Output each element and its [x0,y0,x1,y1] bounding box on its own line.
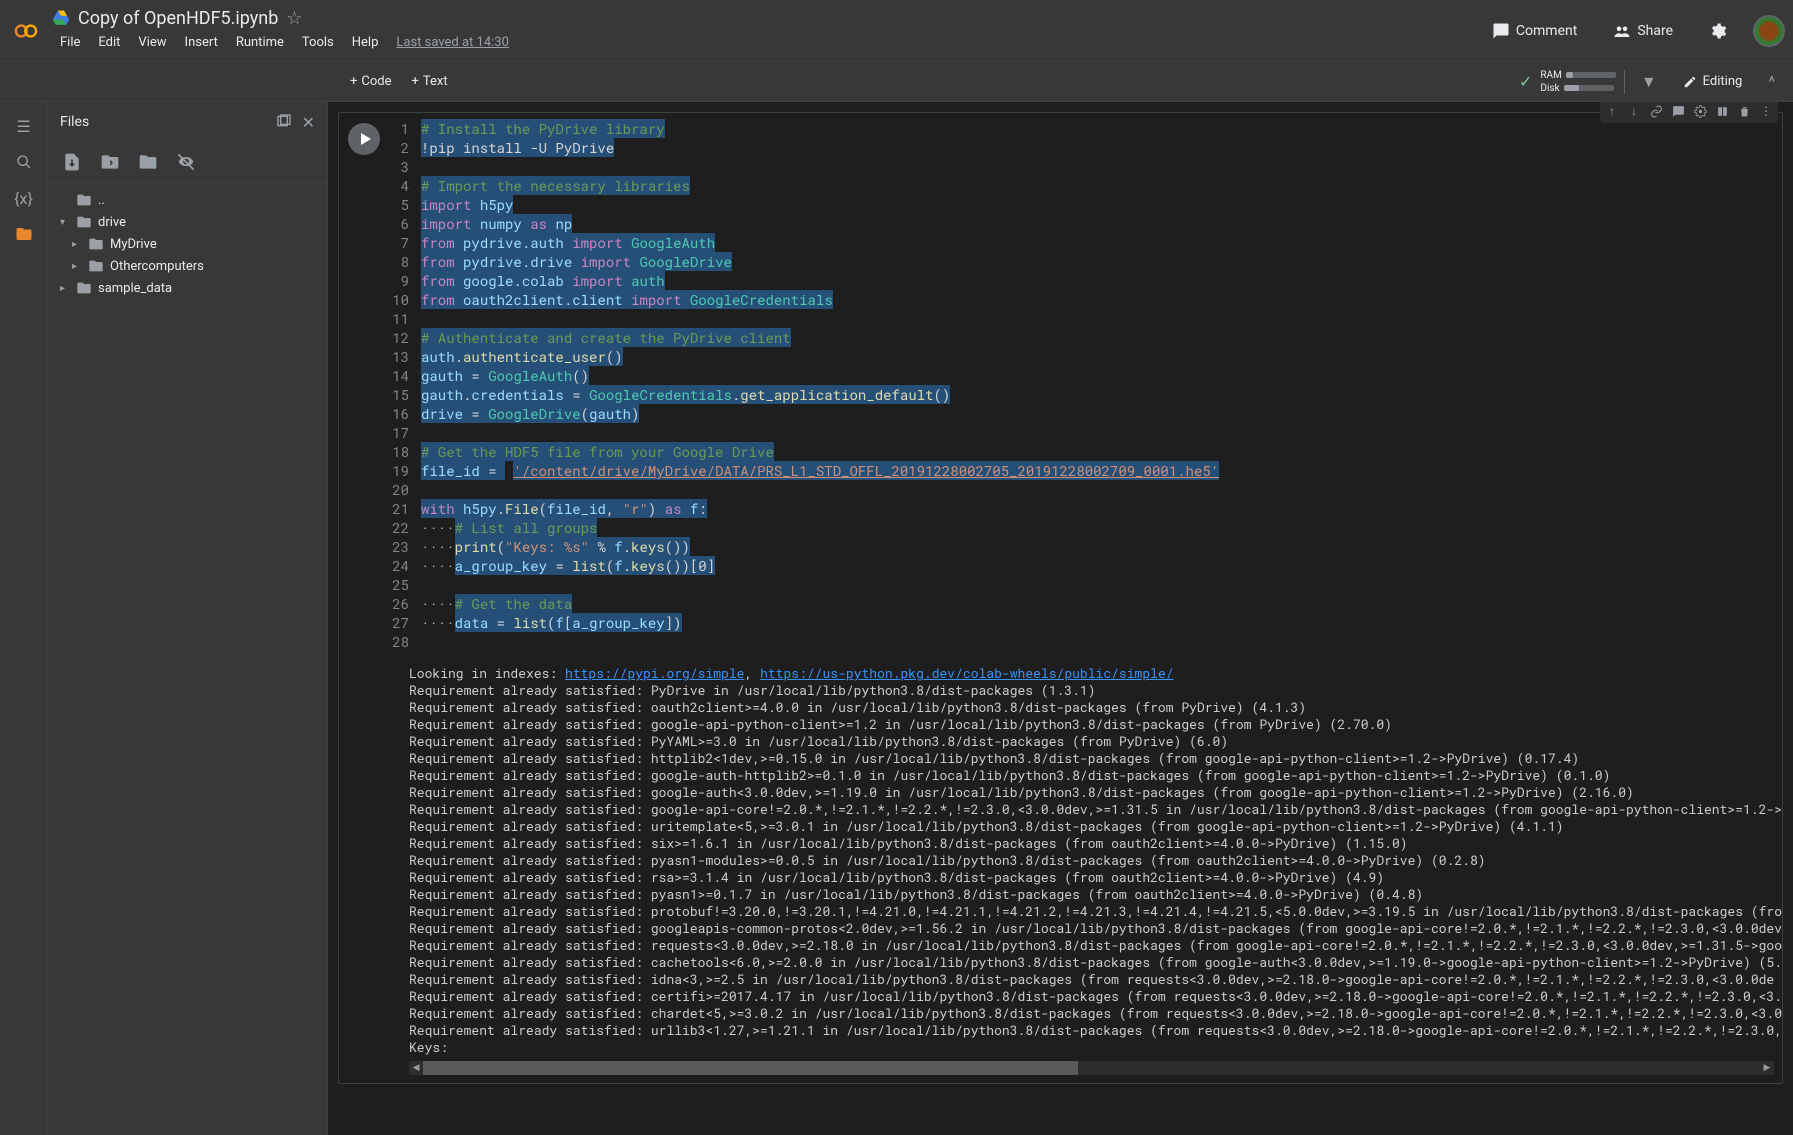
move-up-icon[interactable]: ↑ [1602,102,1622,121]
cell-output: Looking in indexes: https://pypi.org/sim… [339,657,1782,1060]
search-icon[interactable] [14,152,34,172]
add-comment-icon[interactable] [1668,102,1688,121]
star-icon[interactable]: ☆ [286,8,302,29]
menu-help[interactable]: Help [344,31,387,54]
refresh-icon[interactable] [100,152,120,172]
mount-drive-icon[interactable] [138,152,158,172]
code-editor[interactable]: 1# Install the PyDrive library2!pip inst… [389,113,1782,657]
delete-cell-icon[interactable] [1734,102,1754,121]
notebook-title[interactable]: Copy of OpenHDF5.ipynb [78,8,278,29]
tree-item-sampledata[interactable]: ▸sample_data [56,277,319,299]
connected-check-icon: ✓ [1519,72,1532,91]
files-tab-icon[interactable] [14,224,34,244]
menu-runtime[interactable]: Runtime [228,31,292,54]
variables-icon[interactable]: {x} [14,188,34,208]
output-scrollbar[interactable]: ◀ ▶ [409,1061,1774,1075]
scroll-right-icon[interactable]: ▶ [1760,1061,1774,1075]
comment-button[interactable]: Comment [1482,16,1587,46]
menu-icon[interactable]: ☰ [14,116,34,136]
runtime-dropdown-icon[interactable]: ▼ [1633,68,1665,96]
last-saved[interactable]: Last saved at 14:30 [388,31,517,54]
toggle-hidden-icon[interactable] [176,152,196,172]
menu-tools[interactable]: Tools [294,31,342,54]
link-icon[interactable] [1646,102,1666,121]
add-code-button[interactable]: + Code [340,70,402,93]
menu-bar: FileEditViewInsertRuntimeToolsHelpLast s… [52,31,1482,54]
settings-icon[interactable] [1699,16,1737,46]
scroll-left-icon[interactable]: ◀ [409,1061,423,1075]
menu-file[interactable]: File [52,31,88,54]
drive-icon [52,9,70,27]
menu-edit[interactable]: Edit [90,31,128,54]
cell-settings-icon[interactable] [1690,102,1710,121]
menu-view[interactable]: View [130,31,174,54]
colab-logo[interactable] [8,13,44,49]
more-icon[interactable]: ⋮ [1756,102,1776,121]
files-panel-title: Files [60,114,89,130]
mirror-cell-icon[interactable] [1712,102,1732,121]
file-tree: .. ▾drive ▸MyDrive ▸Othercomputers ▸samp… [48,183,327,305]
add-text-button[interactable]: + Text [402,70,458,93]
tree-item-othercomputers[interactable]: ▸Othercomputers [56,255,319,277]
new-window-icon[interactable] [276,113,292,132]
tree-item-drive[interactable]: ▾drive [56,211,319,233]
tree-item-mydrive[interactable]: ▸MyDrive [56,233,319,255]
close-panel-icon[interactable]: ✕ [302,113,315,132]
cell-toolbar: ↑ ↓ ⋮ [1600,102,1778,123]
share-button[interactable]: Share [1603,16,1683,46]
upload-file-icon[interactable] [62,152,82,172]
ram-disk-indicator[interactable]: RAM Disk [1540,70,1624,94]
avatar[interactable] [1753,15,1785,47]
move-down-icon[interactable]: ↓ [1624,102,1644,121]
toggle-header-icon[interactable]: ^ [1760,68,1783,95]
run-cell-button[interactable] [348,123,380,155]
menu-insert[interactable]: Insert [177,31,226,54]
editing-button[interactable]: Editing [1673,70,1753,93]
tree-item-parent[interactable]: .. [56,189,319,211]
